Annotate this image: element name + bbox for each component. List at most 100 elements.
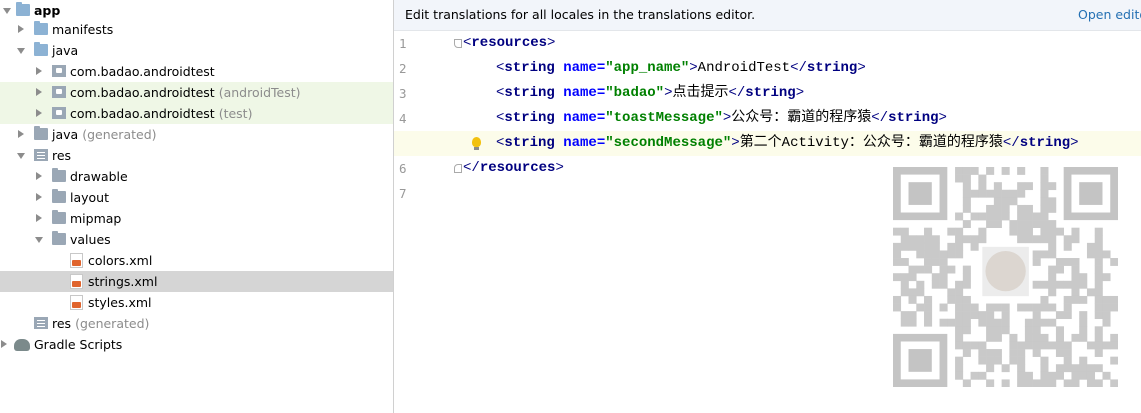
qr-module: [924, 227, 933, 236]
code-line[interactable]: <string name="toastMessage">公众号：霸道的程序猿</…: [463, 106, 1141, 131]
qr-module: [1040, 379, 1049, 387]
qr-module: [916, 265, 925, 274]
qr-module: [1009, 349, 1018, 357]
qr-module: [962, 220, 971, 228]
qr-module: [1032, 258, 1041, 266]
qr-module: [978, 341, 987, 350]
tree-item-res[interactable]: res: [0, 145, 393, 166]
tree-item-res-generated[interactable]: res (generated): [0, 313, 393, 334]
tree-item-strings-xml[interactable]: strings.xml: [0, 271, 393, 292]
qr-module: [1086, 371, 1096, 380]
chevron-right-icon[interactable]: [18, 25, 24, 33]
chevron-down-icon[interactable]: [17, 48, 25, 54]
tree-item-package-test[interactable]: com.badao.androidtest (test): [0, 103, 393, 124]
qr-module: [1040, 174, 1049, 183]
chevron-right-icon[interactable]: [36, 67, 42, 75]
attribute-value: "toastMessage": [605, 110, 723, 126]
qr-module: [1048, 197, 1057, 206]
qr-module: [939, 273, 948, 282]
fold-marker-icon[interactable]: [454, 164, 462, 173]
current-code-line[interactable]: <string name="secondMessage">第二个Activity…: [394, 131, 1141, 156]
qr-module: [993, 303, 1002, 312]
folder-icon: [34, 21, 48, 35]
chevron-right-icon[interactable]: [36, 214, 42, 222]
qr-module: [962, 167, 971, 175]
qr-module: [1040, 220, 1049, 228]
tree-item-values[interactable]: values: [0, 229, 393, 250]
qr-module: [962, 349, 971, 357]
qr-module: [955, 341, 964, 350]
qr-module: [1079, 318, 1088, 327]
tree-item-label: app: [34, 3, 61, 18]
folder-icon: [52, 189, 66, 203]
qr-module: [993, 318, 1002, 327]
qr-module: [1055, 258, 1064, 266]
qr-module: [893, 273, 902, 282]
qr-module: [1017, 212, 1026, 221]
qr-module: [1094, 349, 1103, 357]
tree-item-manifests[interactable]: manifests: [0, 19, 393, 40]
chevron-right-icon[interactable]: [36, 88, 42, 96]
open-editor-link[interactable]: Open editor: [1078, 0, 1141, 30]
qr-module: [1040, 303, 1049, 312]
tree-item-mipmap[interactable]: mipmap: [0, 208, 393, 229]
chevron-right-icon[interactable]: [36, 172, 42, 180]
qr-module: [955, 212, 964, 221]
qr-module: [1001, 303, 1010, 312]
chevron-right-icon[interactable]: [36, 193, 42, 201]
qr-module: [1017, 189, 1026, 198]
qr-module: [1094, 242, 1103, 251]
qr-module: [1071, 333, 1080, 342]
qr-module: [908, 288, 917, 297]
qr-finder: [1079, 182, 1103, 205]
qr-module: [1017, 371, 1026, 380]
qr-module: [1063, 303, 1072, 312]
code-line[interactable]: <string name="badao">点击提示</string>: [463, 81, 1141, 106]
qr-module: [1048, 220, 1057, 228]
lightbulb-icon[interactable]: [472, 137, 481, 150]
qr-module: [955, 356, 964, 365]
qr-module: [916, 288, 925, 297]
qr-module: [939, 303, 948, 312]
qr-module: [1071, 295, 1080, 304]
attribute: name=: [554, 85, 606, 101]
qr-module: [978, 227, 987, 236]
chevron-down-icon[interactable]: [35, 237, 43, 243]
tree-item-styles-xml[interactable]: styles.xml: [0, 292, 393, 313]
chevron-right-icon[interactable]: [1, 340, 7, 348]
tree-item-package-androidtest[interactable]: com.badao.androidtest (androidTest): [0, 82, 393, 103]
chevron-down-icon[interactable]: [3, 8, 11, 14]
tag-bracket: >: [938, 110, 947, 126]
tree-item-colors-xml[interactable]: colors.xml: [0, 250, 393, 271]
qr-module: [1063, 242, 1072, 251]
folder-icon: [52, 168, 66, 182]
tree-item-gradle-scripts[interactable]: Gradle Scripts: [0, 334, 393, 355]
qr-module: [1048, 303, 1057, 312]
fold-marker-icon[interactable]: [454, 39, 462, 48]
qr-module: [1063, 235, 1072, 244]
qr-module: [1071, 364, 1080, 373]
tree-item-java-generated[interactable]: java (generated): [0, 124, 393, 145]
chevron-right-icon[interactable]: [36, 109, 42, 117]
qr-module: [1001, 212, 1010, 221]
tree-item-app[interactable]: app: [0, 0, 393, 21]
tree-item-java[interactable]: java: [0, 40, 393, 61]
chevron-right-icon[interactable]: [18, 130, 24, 138]
tree-item-label: res: [52, 148, 72, 163]
code-line[interactable]: <resources>: [463, 31, 1141, 56]
qr-module: [893, 303, 902, 312]
tree-item-label: styles.xml: [88, 295, 152, 310]
qr-module: [1009, 356, 1018, 365]
tree-item-layout[interactable]: layout: [0, 187, 393, 208]
qr-module: [1094, 288, 1103, 297]
qr-finder: [908, 349, 932, 372]
tree-item-package[interactable]: com.badao.androidtest: [0, 61, 393, 82]
qr-module: [1040, 197, 1049, 206]
chevron-down-icon[interactable]: [17, 153, 25, 159]
qr-module: [1032, 311, 1041, 320]
gradle-icon: [14, 339, 30, 351]
qr-module: [1079, 371, 1088, 380]
qr-module: [1009, 197, 1018, 206]
tree-item-drawable[interactable]: drawable: [0, 166, 393, 187]
code-line[interactable]: <string name="app_name">AndroidTest</str…: [463, 56, 1141, 81]
